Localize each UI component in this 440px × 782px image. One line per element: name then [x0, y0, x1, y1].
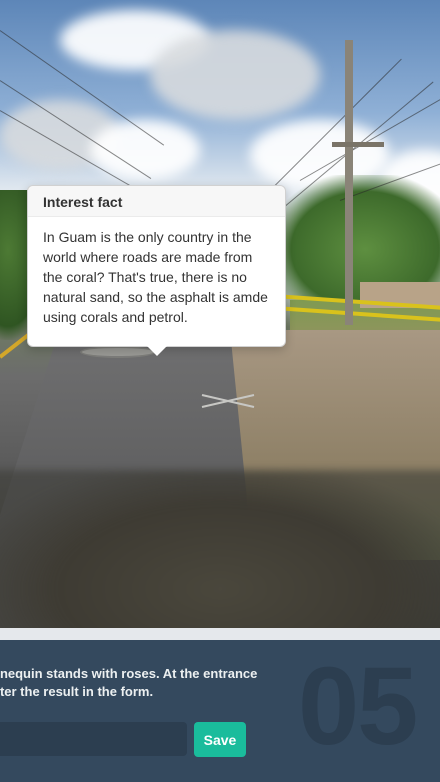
popover-body: In Guam is the only country in the world… [43, 229, 268, 325]
task-text-line: nnequin stands with roses. At the entran… [0, 666, 258, 681]
road-x-marking [201, 394, 255, 408]
interest-fact-popover: Interest fact In Guam is the only countr… [27, 185, 286, 356]
task-panel: 05 nnequin stands with roses. At the ent… [0, 640, 440, 782]
popover-title: Interest fact [28, 186, 285, 217]
utility-pole-crossarm [332, 142, 384, 147]
cloud [150, 30, 320, 120]
task-text-line: nter the result in the form. [0, 684, 154, 699]
task-description: nnequin stands with roses. At the entran… [0, 665, 332, 701]
utility-pole [345, 40, 353, 325]
manhole-cover [80, 346, 156, 358]
answer-input[interactable] [0, 722, 187, 756]
save-button[interactable]: Save [194, 722, 246, 757]
divider [0, 628, 440, 640]
camera-car-blur [0, 470, 440, 628]
street-view-panorama[interactable]: Interest fact In Guam is the only countr… [0, 0, 440, 628]
